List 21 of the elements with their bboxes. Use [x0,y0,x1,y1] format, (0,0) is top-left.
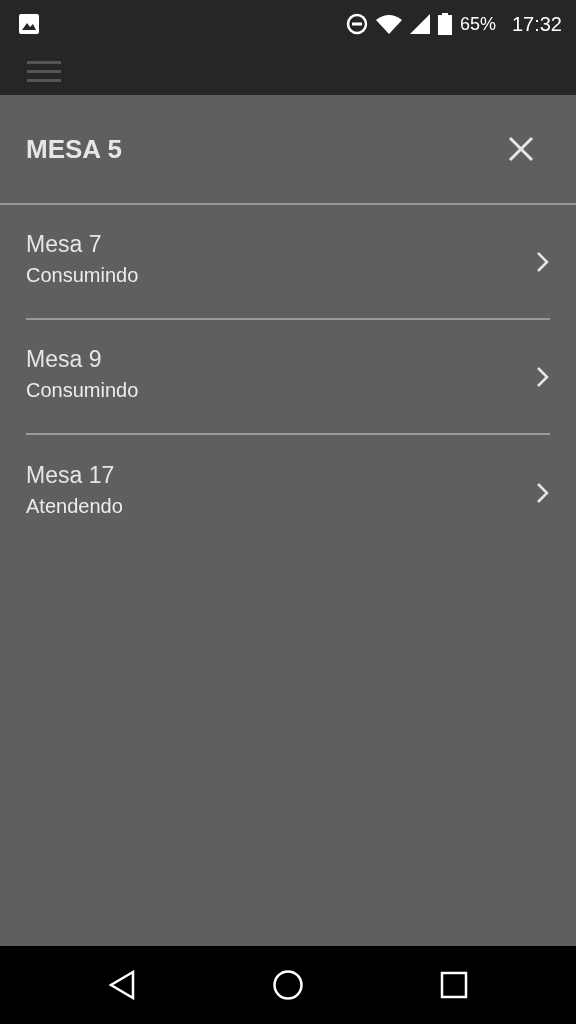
table-status: Atendendo [26,495,124,518]
table-status: Consumindo [26,264,140,287]
chevron-right-icon[interactable] [536,365,550,388]
signal-icon [409,14,430,34]
wifi-icon [375,14,402,34]
table-status: Consumindo [26,379,140,402]
image-icon [18,13,40,35]
close-button[interactable] [508,136,534,162]
clock: 17:32 [511,12,562,36]
battery-icon [437,13,452,35]
chevron-right-icon[interactable] [536,481,550,504]
back-button[interactable] [108,970,136,1000]
do-not-disturb-icon [345,13,368,35]
chevron-right-icon[interactable] [536,250,550,273]
battery-percent: 65% [459,13,496,35]
dialog-title: MESA 5 [26,133,123,165]
table-name[interactable]: Mesa 17 [26,462,536,489]
home-button[interactable] [272,969,304,1001]
table-name[interactable]: Mesa 9 [26,346,536,373]
recents-button[interactable] [440,971,468,999]
table-name[interactable]: Mesa 7 [26,231,536,258]
